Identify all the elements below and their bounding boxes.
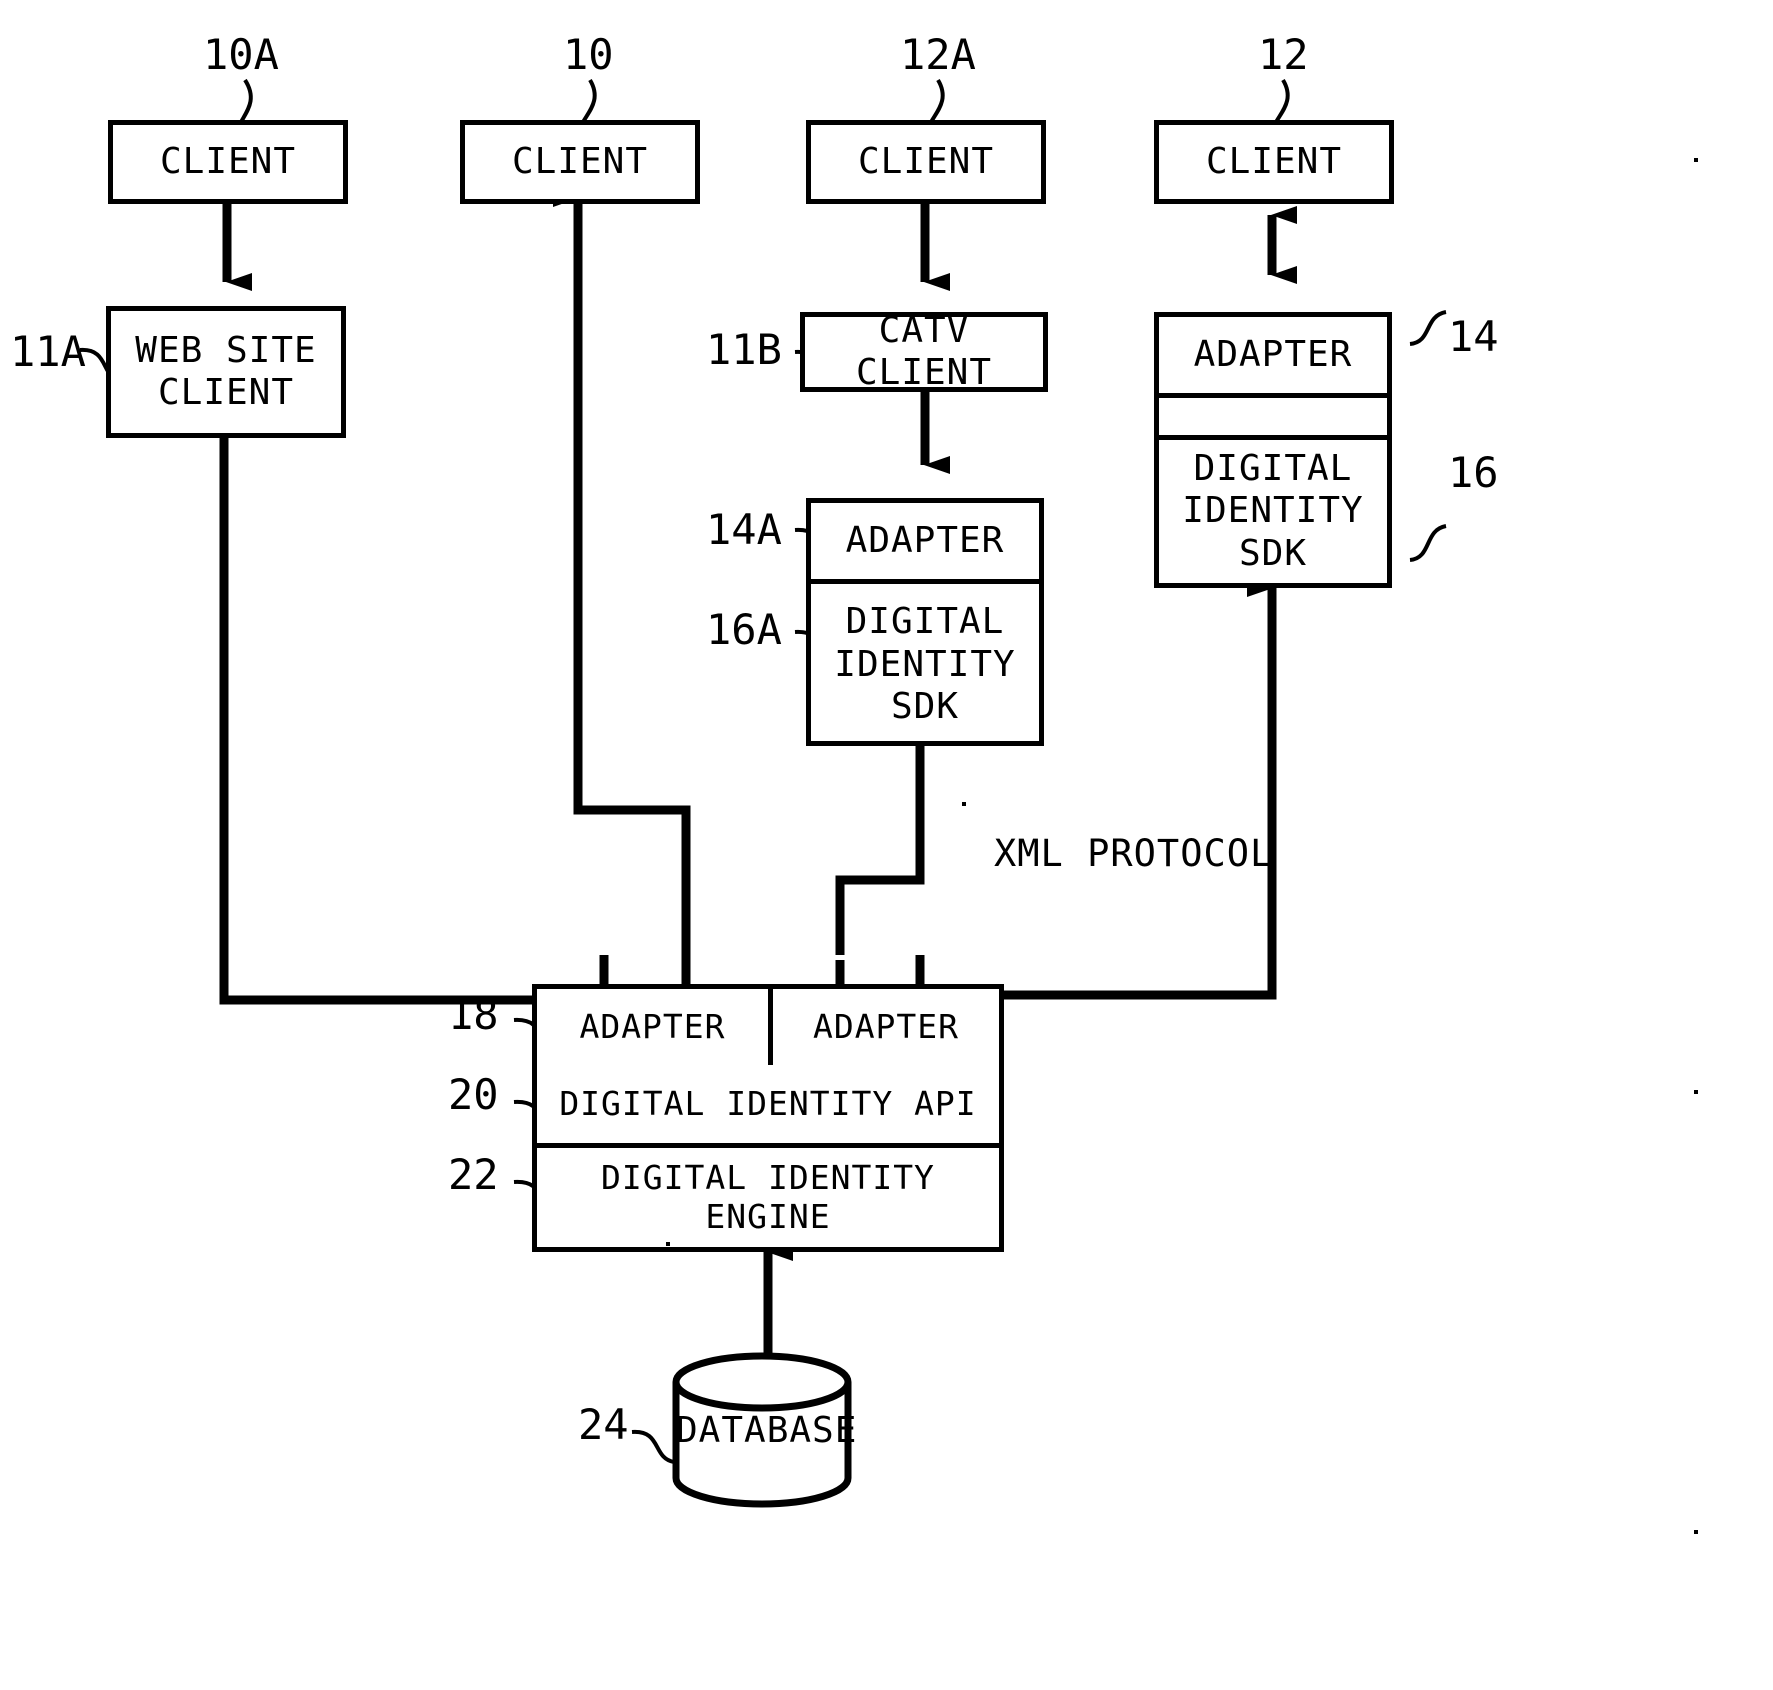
cell-divider-band [1159,393,1387,435]
ref-16: 16 [1448,448,1499,497]
node-client-12-label: CLIENT [1205,140,1343,182]
node-catv-client[interactable]: CATV CLIENT [800,309,1048,393]
ref-14: 14 [1448,312,1499,361]
node-client-12a-label: CLIENT [857,140,995,182]
ref-16a: 16A [706,605,782,654]
node-client-10[interactable]: CLIENT [460,120,700,204]
cell-server-adapter-left[interactable]: ADAPTER [537,989,768,1065]
cell-server-adapter-left-label: ADAPTER [579,1006,726,1046]
ref-22: 22 [448,1150,499,1199]
patent-figure-canvas: CLIENT 10A CLIENT 10 CLIENT 12A CLIENT 1… [0,0,1773,1690]
scan-speck [1694,1090,1698,1094]
cell-server-adapter-right[interactable]: ADAPTER [768,989,999,1065]
cell-adapter-14[interactable]: ADAPTER [1159,317,1387,393]
ref-10a: 10A [203,30,279,79]
node-server-stack[interactable]: ADAPTER ADAPTER DIGITAL IDENTITY API DIG… [532,984,1004,1252]
node-client-12[interactable]: CLIENT [1154,120,1394,204]
cell-sdk-16[interactable]: DIGITAL IDENTITY SDK [1159,435,1387,583]
cell-digital-identity-engine[interactable]: DIGITAL IDENTITY ENGINE [537,1143,999,1247]
scan-speck [962,802,966,806]
cell-server-adapter-right-label: ADAPTER [812,1006,960,1046]
node-client-10a[interactable]: CLIENT [108,120,348,204]
node-client-adapter-sdk-right[interactable]: ADAPTER DIGITAL IDENTITY SDK [1154,312,1392,588]
ref-11b: 11B [706,325,782,374]
cell-sdk-16-label: DIGITAL IDENTITY SDK [1182,447,1364,574]
node-database-label: DATABASE [676,1410,858,1451]
cell-adapter-14-label: ADAPTER [1193,333,1353,375]
connector-wires [79,78,1447,1508]
node-web-site-client[interactable]: WEB SITE CLIENT [106,306,346,438]
ref-18: 18 [448,990,499,1039]
cell-sdk-16a[interactable]: DIGITAL IDENTITY SDK [811,579,1039,746]
cell-digital-identity-api-label: DIGITAL IDENTITY API [559,1083,977,1123]
node-client-adapter-sdk-mid[interactable]: ADAPTER DIGITAL IDENTITY SDK [806,498,1044,746]
cell-sdk-16a-label: DIGITAL IDENTITY SDK [834,601,1016,728]
row-server-adapters: ADAPTER ADAPTER [537,989,999,1065]
node-client-12a[interactable]: CLIENT [806,120,1046,204]
cell-digital-identity-engine-label: DIGITAL IDENTITY ENGINE [601,1157,935,1236]
scan-speck [666,1242,670,1246]
cell-digital-identity-api[interactable]: DIGITAL IDENTITY API [537,1065,999,1143]
cell-adapter-14a-label: ADAPTER [845,519,1005,561]
scan-speck [1694,1530,1698,1534]
cell-adapter-14a[interactable]: ADAPTER [811,503,1039,579]
node-client-10a-label: CLIENT [159,140,297,182]
ref-12a: 12A [900,30,976,79]
ref-11a: 11A [10,327,86,376]
node-catv-client-label: CATV CLIENT [855,309,993,393]
ref-14a: 14A [706,505,782,554]
scan-speck [1694,158,1698,162]
ref-12: 12 [1258,30,1309,79]
ref-20: 20 [448,1070,499,1119]
node-web-site-client-label: WEB SITE CLIENT [135,329,317,413]
xml-protocol-label: XML PROTOCOL [994,832,1274,875]
ref-24: 24 [578,1400,629,1449]
node-client-10-label: CLIENT [511,140,649,182]
ref-10: 10 [563,30,614,79]
